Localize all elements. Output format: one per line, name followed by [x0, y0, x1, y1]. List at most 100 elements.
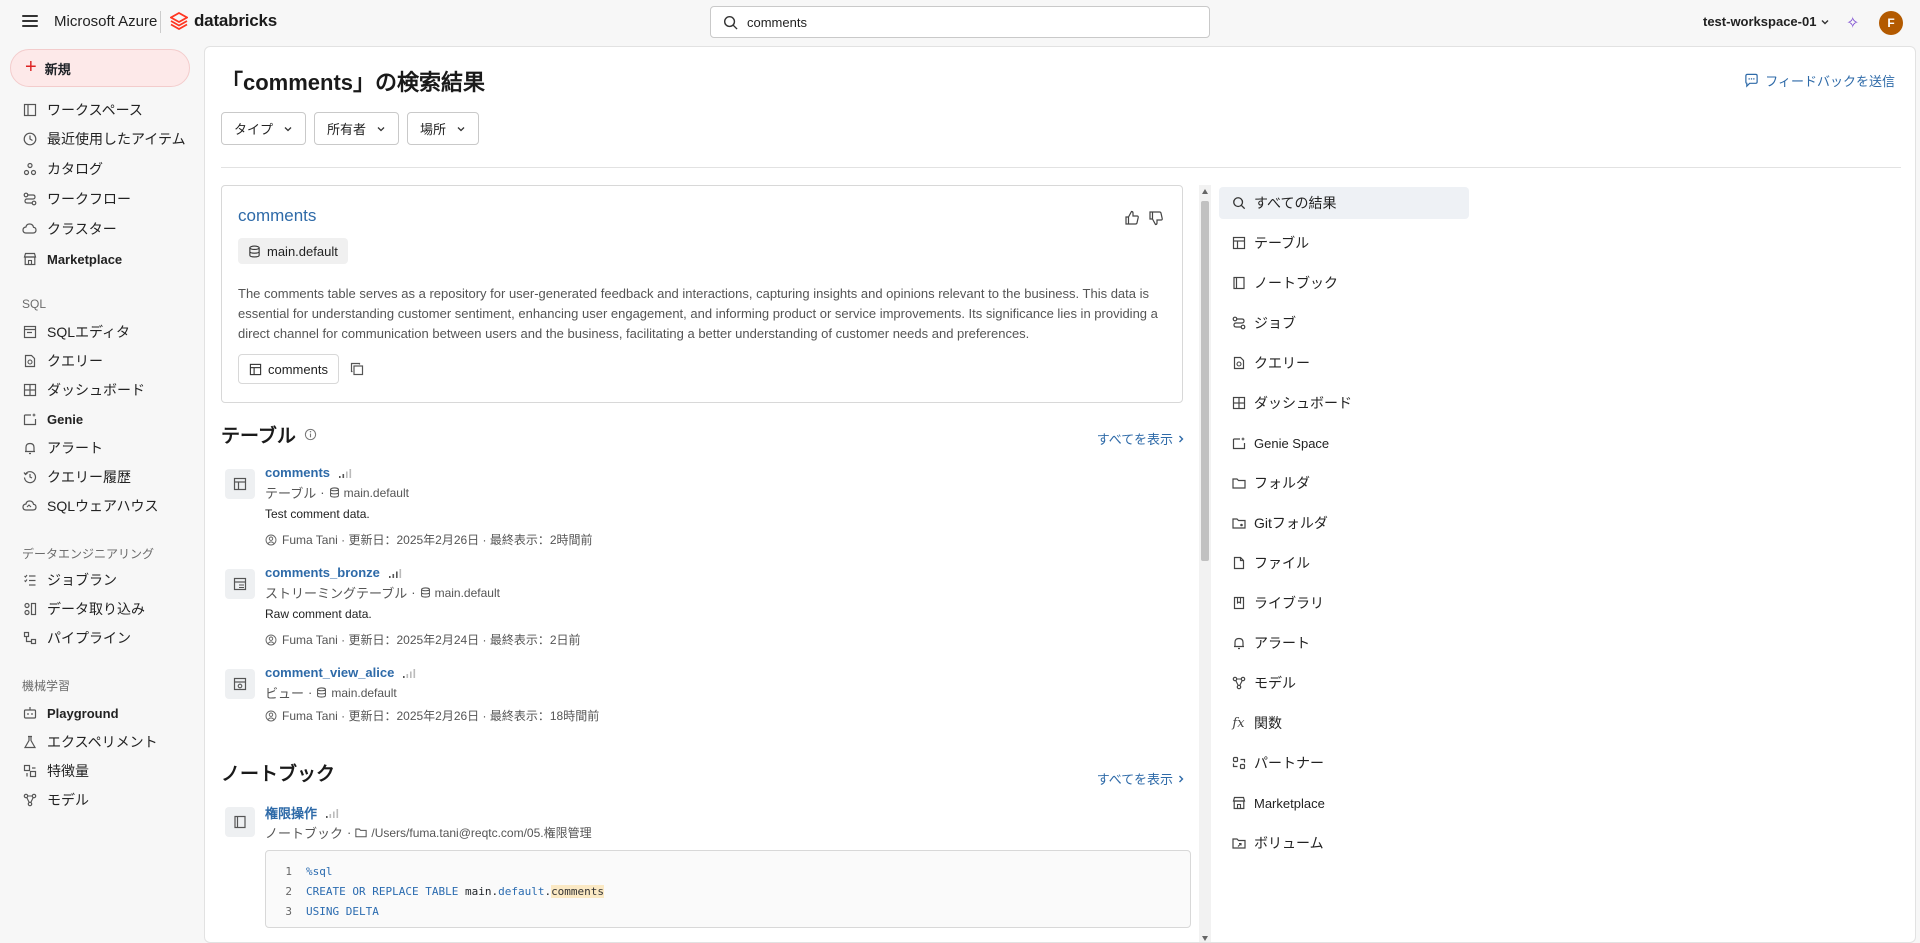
result-name-link[interactable]: 権限操作 [265, 803, 339, 822]
database-icon [329, 487, 339, 498]
git-folder-icon [1231, 516, 1246, 531]
assistant-sparkle-icon[interactable]: ✧ [1846, 13, 1859, 33]
list-item[interactable]: comments_bronze ストリーミングテーブル · main.defau… [221, 565, 1181, 655]
file-icon [1231, 556, 1246, 571]
top-result-title[interactable]: comments [238, 206, 316, 226]
sidebar-item-sql-editor[interactable]: SQLエディタ [22, 321, 130, 343]
filter-location-dropdown[interactable]: 場所 [407, 112, 480, 145]
user-avatar[interactable]: F [1879, 11, 1903, 35]
type-filter-folders[interactable]: フォルダ [1219, 467, 1469, 499]
type-filter-partners[interactable]: パートナー [1219, 747, 1469, 779]
sidebar-item-pipelines[interactable]: パイプライン [22, 627, 131, 649]
sidebar-item-label: 特徴量 [47, 763, 89, 779]
sidebar-item-experiments[interactable]: エクスペリメント [22, 731, 158, 753]
sidebar-item-genie[interactable]: Genie [22, 408, 83, 430]
code-text: . [544, 884, 552, 898]
sidebar-item-label: 最近使用したアイテム [47, 131, 186, 147]
global-search-input[interactable]: comments [710, 6, 1210, 38]
type-filter-volumes[interactable]: ボリューム [1219, 827, 1469, 859]
send-feedback-link[interactable]: フィードバックを送信 [1744, 71, 1895, 90]
sidebar-item-workflows[interactable]: ワークフロー [22, 188, 131, 210]
sidebar-item-catalog[interactable]: カタログ [22, 158, 103, 180]
sidebar-item-data-ingestion[interactable]: データ取り込み [22, 598, 145, 620]
type-filter-alerts[interactable]: アラート [1219, 627, 1469, 659]
filter-owner-dropdown[interactable]: 所有者 [314, 112, 400, 145]
sidebar-item-job-runs[interactable]: ジョブラン [22, 569, 117, 591]
code-keyword: USING DELTA [306, 904, 379, 918]
filter-type-dropdown[interactable]: タイプ [221, 112, 307, 145]
popularity-bars-icon [339, 468, 352, 478]
copy-icon[interactable] [350, 362, 364, 376]
result-owner: Fuma Tani · 更新日：2025年2月24日 · 最終表示：2日前 [265, 631, 581, 648]
type-filter-label: Gitフォルダ [1254, 515, 1328, 531]
sidebar: + 新規 ワークスペース 最近使用したアイテム カタログ ワークフロー クラスタ… [0, 45, 204, 943]
result-name-link[interactable]: comments [265, 465, 352, 480]
result-meta: ビュー · main.default [265, 683, 397, 702]
type-filter-functions[interactable]: fx 関数 [1219, 707, 1469, 739]
list-item[interactable]: comments テーブル · main.default Test commen… [221, 465, 1181, 555]
new-button[interactable]: + 新規 [10, 49, 190, 87]
sidebar-item-workspace[interactable]: ワークスペース [22, 99, 143, 121]
feature-icon [22, 764, 37, 779]
sidebar-item-queries[interactable]: クエリー [22, 350, 103, 372]
tables-view-all-link[interactable]: すべてを表示 [1097, 429, 1185, 448]
type-filter-genie-space[interactable]: Genie Space [1219, 427, 1469, 459]
table-chip[interactable]: comments [238, 354, 339, 384]
scroll-down-arrow[interactable] [1202, 936, 1208, 941]
type-filter-models[interactable]: モデル [1219, 667, 1469, 699]
chat-bubble-icon [1745, 73, 1758, 88]
sidebar-item-query-history[interactable]: クエリー履歴 [22, 466, 131, 488]
list-item[interactable]: 権限操作 ノートブック · /Users/fuma.tani@reqtc.com… [221, 803, 1181, 843]
sidebar-item-label: SQLウェアハウス [47, 498, 159, 514]
bell-icon [22, 441, 37, 456]
type-filter-libraries[interactable]: ライブラリ [1219, 587, 1469, 619]
scrollbar-thumb[interactable] [1201, 201, 1209, 561]
type-filter-queries[interactable]: クエリー [1219, 347, 1469, 379]
sidebar-item-sql-warehouses[interactable]: SQLウェアハウス [22, 495, 158, 517]
type-filter-dashboards[interactable]: ダッシュボード [1219, 387, 1469, 419]
schema-chip[interactable]: main.default [238, 238, 348, 264]
result-type: ノートブック [265, 826, 344, 841]
databricks-logo[interactable]: databricks [170, 11, 277, 31]
send-feedback-label: フィードバックを送信 [1765, 74, 1895, 89]
list-item[interactable]: comment_view_alice ビュー · main.default Fu… [221, 665, 1181, 725]
scroll-up-arrow[interactable] [1202, 189, 1208, 194]
sidebar-item-label: Marketplace [47, 251, 123, 267]
sidebar-item-models[interactable]: モデル [22, 789, 89, 811]
sidebar-item-playground[interactable]: Playground [22, 702, 119, 724]
result-owner: Fuma Tani · 更新日：2025年2月26日 · 最終表示：2時間前 [265, 531, 593, 548]
thumbs-down-icon[interactable] [1148, 210, 1164, 226]
result-owner: Fuma Tani · 更新日：2025年2月26日 · 最終表示：18時間前 [265, 707, 599, 724]
type-filter-marketplace[interactable]: Marketplace [1219, 787, 1469, 819]
notebook-icon [1231, 276, 1246, 291]
results-scrollbar[interactable] [1199, 185, 1211, 942]
search-icon [723, 15, 738, 30]
top-result-card[interactable]: comments main.default The comments table… [221, 185, 1183, 403]
type-filter-notebooks[interactable]: ノートブック [1219, 267, 1469, 299]
search-results: comments main.default The comments table… [221, 185, 1185, 942]
sidebar-item-label: Playground [47, 705, 119, 721]
result-name-link[interactable]: comment_view_alice [265, 665, 416, 680]
sidebar-item-clusters[interactable]: クラスター [22, 218, 117, 240]
type-filter-git-folders[interactable]: Gitフォルダ [1219, 507, 1469, 539]
info-icon[interactable] [304, 428, 317, 441]
ingest-icon [22, 602, 37, 617]
sidebar-item-marketplace[interactable]: Marketplace [22, 248, 122, 270]
type-filter-tables[interactable]: テーブル [1219, 227, 1469, 259]
warehouse-icon [22, 499, 37, 514]
sidebar-item-features[interactable]: 特徴量 [22, 760, 89, 782]
workspace-selector[interactable]: test-workspace-01 [1703, 14, 1830, 29]
type-filter-jobs[interactable]: ジョブ [1219, 307, 1469, 339]
sidebar-item-dashboards[interactable]: ダッシュボード [22, 379, 145, 401]
sidebar-item-alerts[interactable]: アラート [22, 437, 103, 459]
type-filter-label: モデル [1254, 675, 1296, 691]
sidebar-item-label: カタログ [47, 161, 103, 177]
sidebar-item-recent[interactable]: 最近使用したアイテム [22, 128, 186, 150]
notebooks-view-all-link[interactable]: すべてを表示 [1097, 769, 1185, 788]
type-filter-files[interactable]: ファイル [1219, 547, 1469, 579]
menu-icon[interactable] [22, 15, 38, 27]
thumbs-up-icon[interactable] [1124, 210, 1140, 226]
result-name-link[interactable]: comments_bronze [265, 565, 402, 580]
type-filter-all[interactable]: すべての結果 [1219, 187, 1469, 219]
user-circle-icon [265, 710, 277, 721]
